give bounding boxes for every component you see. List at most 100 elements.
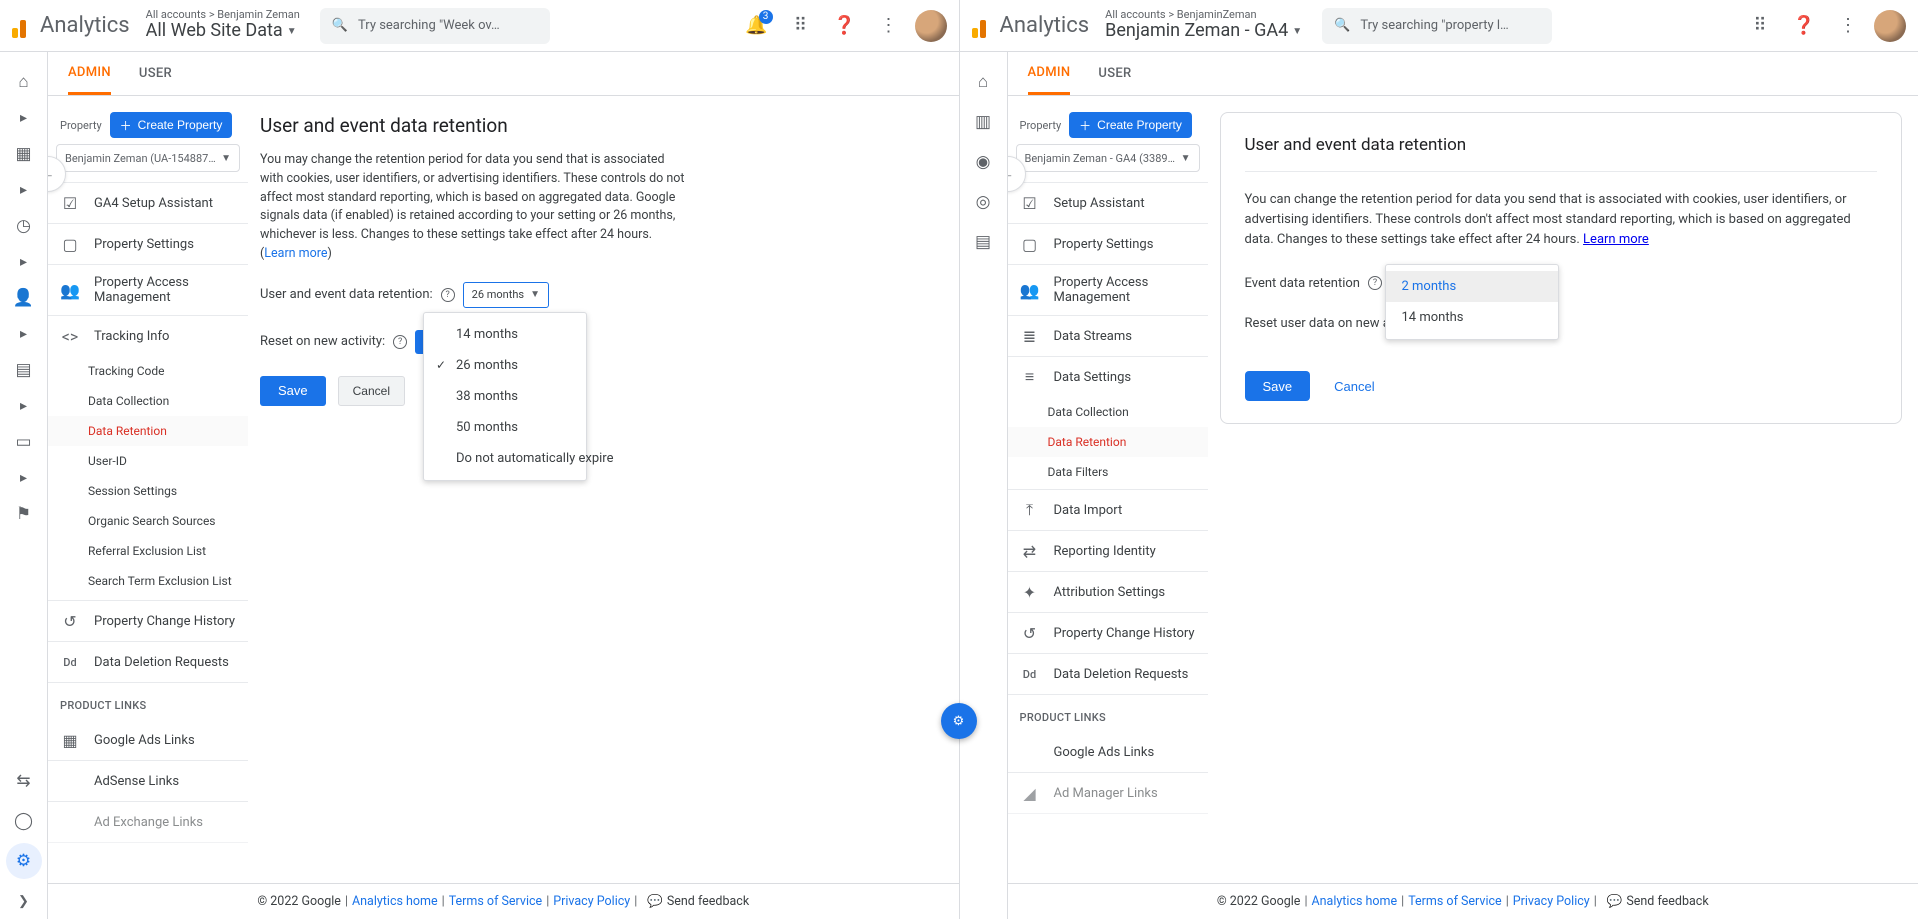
advertising-icon[interactable]: ◎	[965, 184, 1001, 220]
analytics-logo[interactable]: Analytics	[972, 13, 1090, 38]
retention-dropdown[interactable]: 26 months▼	[463, 282, 549, 308]
search-placeholder: Try searching "property l…	[1360, 18, 1508, 33]
flag-icon[interactable]: ⚑	[6, 496, 42, 532]
page-desc: You can change the retention period for …	[1245, 190, 1878, 250]
account-selector[interactable]: All accounts > BenjaminZeman Benjamin Ze…	[1105, 9, 1302, 42]
help-icon[interactable]: ❓	[1786, 8, 1822, 44]
reports-icon[interactable]: ▥	[965, 104, 1001, 140]
search-input[interactable]: 🔍 Try searching "property l…	[1322, 8, 1552, 44]
nav-session-settings[interactable]: Session Settings	[48, 476, 248, 506]
home-icon[interactable]: ⌂	[6, 64, 42, 100]
nav-property-settings[interactable]: ▢Property Settings	[1008, 224, 1208, 265]
tab-user[interactable]: USER	[139, 52, 172, 95]
footer-privacy-link[interactable]: Privacy Policy	[1513, 894, 1590, 909]
property-select[interactable]: Benjamin Zeman - GA4 (338954455)▼	[1016, 144, 1200, 172]
nav-ga4-setup[interactable]: ☑GA4 Setup Assistant	[48, 183, 248, 224]
dd-opt-14m[interactable]: 14 months	[424, 319, 586, 350]
footer-analytics-link[interactable]: Analytics home	[1312, 894, 1398, 909]
acquisition-icon[interactable]: ▤	[6, 352, 42, 388]
nav-data-collection[interactable]: Data Collection	[1008, 397, 1208, 427]
nav-property-access[interactable]: 👥Property Access Management	[1008, 265, 1208, 316]
discover-icon[interactable]: ◯	[6, 803, 42, 839]
explore-icon[interactable]: ◉	[965, 144, 1001, 180]
dd-opt-26m[interactable]: 26 months	[424, 350, 586, 381]
attribution-icon[interactable]: ⇆	[6, 763, 42, 799]
cancel-button[interactable]: Cancel	[1322, 371, 1386, 401]
create-property-button[interactable]: ＋Create Property	[1069, 112, 1192, 138]
property-select[interactable]: Benjamin Zeman (UA-154887679-1)▼	[56, 144, 240, 172]
nav-google-ads[interactable]: Google Ads Links	[1008, 732, 1208, 773]
avatar[interactable]	[1874, 10, 1906, 42]
apps-icon[interactable]: ⠿	[783, 8, 819, 44]
create-property-button[interactable]: ＋Create Property	[110, 112, 233, 138]
dd-opt-14m[interactable]: 14 months	[1386, 302, 1558, 333]
floating-gear-icon[interactable]: ⚙	[941, 703, 977, 739]
clock-icon[interactable]: ◷	[6, 208, 42, 244]
nav-setup-assistant[interactable]: ☑Setup Assistant	[1008, 183, 1208, 224]
nav-data-streams[interactable]: ≣Data Streams	[1008, 316, 1208, 357]
learn-more-link[interactable]: Learn more	[1583, 232, 1649, 247]
nav-organic-search[interactable]: Organic Search Sources	[48, 506, 248, 536]
apps-icon[interactable]: ⠿	[1742, 8, 1778, 44]
footer-analytics-link[interactable]: Analytics home	[352, 894, 438, 909]
nav-data-retention[interactable]: Data Retention	[48, 416, 248, 446]
nav-google-ads[interactable]: ▦Google Ads Links	[48, 720, 248, 761]
nav-user-id[interactable]: User-ID	[48, 446, 248, 476]
more-icon[interactable]: ⋮	[871, 8, 907, 44]
analytics-logo[interactable]: Analytics	[12, 13, 130, 38]
nav-reporting-identity[interactable]: ⇄Reporting Identity	[1008, 531, 1208, 572]
more-icon[interactable]: ⋮	[1830, 8, 1866, 44]
adex-icon	[60, 812, 80, 832]
learn-more-link[interactable]: Learn more	[264, 246, 327, 261]
nav-referral-exclusion[interactable]: Referral Exclusion List	[48, 536, 248, 566]
save-button[interactable]: Save	[1245, 371, 1311, 401]
nav-data-deletion[interactable]: DdData Deletion Requests	[48, 642, 248, 683]
admin-gear-icon[interactable]: ⚙	[6, 843, 42, 879]
dd-opt-38m[interactable]: 38 months	[424, 381, 586, 412]
send-feedback-button[interactable]: 💬 Send feedback	[1607, 894, 1709, 909]
nav-property-settings[interactable]: ▢Property Settings	[48, 224, 248, 265]
footer-privacy-link[interactable]: Privacy Policy	[553, 894, 630, 909]
nav-tracking-code[interactable]: Tracking Code	[48, 356, 248, 386]
help-icon[interactable]: ?	[393, 335, 407, 349]
dd-opt-noexpire[interactable]: Do not automatically expire	[424, 443, 586, 474]
help-icon[interactable]: ❓	[827, 8, 863, 44]
help-icon[interactable]: ?	[441, 288, 455, 302]
expand-icon[interactable]: ❯	[6, 883, 42, 919]
nav-data-retention[interactable]: Data Retention	[1008, 427, 1208, 457]
user-icon[interactable]: 👤	[6, 280, 42, 316]
search-input[interactable]: 🔍 Try searching "Week ov…	[320, 8, 550, 44]
save-button[interactable]: Save	[260, 376, 326, 406]
footer-tos-link[interactable]: Terms of Service	[449, 894, 542, 909]
dd-opt-2m[interactable]: 2 months	[1386, 271, 1558, 302]
nav-change-history[interactable]: ↺Property Change History	[48, 601, 248, 642]
tab-admin[interactable]: ADMIN	[68, 52, 111, 95]
nav-adexchange[interactable]: Ad Exchange Links	[48, 802, 248, 843]
nav-attribution[interactable]: ✦Attribution Settings	[1008, 572, 1208, 613]
nav-adsense[interactable]: AdSense Links	[48, 761, 248, 802]
nav-property-access[interactable]: 👥Property Access Management	[48, 265, 248, 316]
behavior-icon[interactable]: ▭	[6, 424, 42, 460]
dd-opt-50m[interactable]: 50 months	[424, 412, 586, 443]
notifications-icon[interactable]: 🔔3	[739, 8, 775, 44]
nav-ad-manager[interactable]: ◢Ad Manager Links	[1008, 773, 1208, 814]
footer-tos-link[interactable]: Terms of Service	[1408, 894, 1501, 909]
send-feedback-button[interactable]: 💬 Send feedback	[647, 894, 749, 909]
avatar[interactable]	[915, 10, 947, 42]
nav-data-import[interactable]: ⤒Data Import	[1008, 490, 1208, 531]
nav-tracking-info[interactable]: <>Tracking Info	[48, 316, 248, 356]
tab-admin[interactable]: ADMIN	[1028, 52, 1071, 95]
nav-data-collection[interactable]: Data Collection	[48, 386, 248, 416]
nav-search-term-exclusion[interactable]: Search Term Exclusion List	[48, 566, 248, 601]
nav-change-history[interactable]: ↺Property Change History	[1008, 613, 1208, 654]
nav-data-filters[interactable]: Data Filters	[1008, 457, 1208, 490]
nav-data-settings[interactable]: ≡Data Settings	[1008, 357, 1208, 397]
account-selector[interactable]: All accounts > Benjamin Zeman All Web Si…	[146, 9, 300, 42]
help-icon[interactable]: ?	[1368, 276, 1382, 290]
dashboard-icon[interactable]: ▦	[6, 136, 42, 172]
cancel-button[interactable]: Cancel	[338, 376, 405, 406]
nav-data-deletion[interactable]: DdData Deletion Requests	[1008, 654, 1208, 695]
home-icon[interactable]: ⌂	[965, 64, 1001, 100]
configure-icon[interactable]: ▤	[965, 224, 1001, 260]
tab-user[interactable]: USER	[1098, 52, 1131, 95]
